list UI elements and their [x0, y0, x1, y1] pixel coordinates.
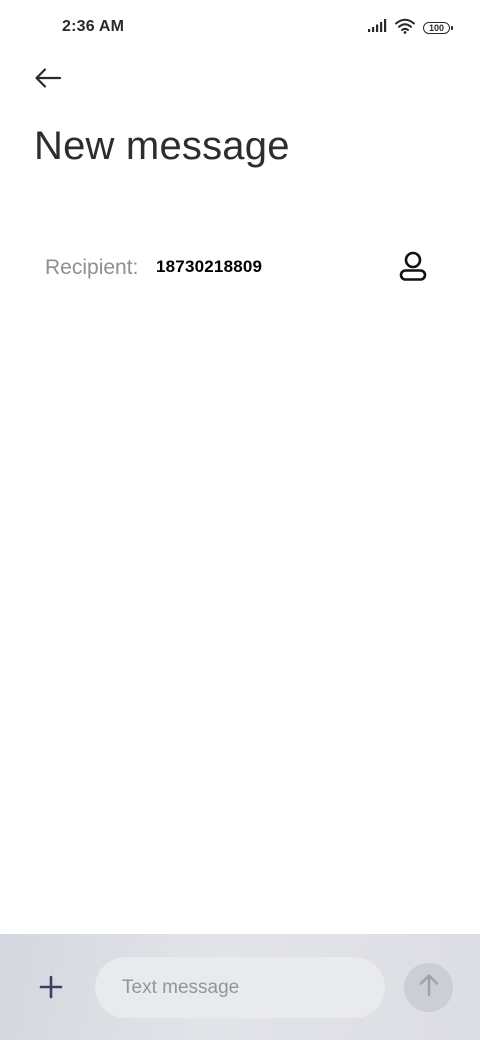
- send-button[interactable]: [404, 963, 453, 1012]
- add-attachment-button[interactable]: [28, 966, 74, 1012]
- plus-icon: [39, 975, 63, 1004]
- wifi-icon: [395, 18, 415, 39]
- page-title: New message: [34, 124, 290, 168]
- status-bar: 2:36 AM 100: [0, 0, 480, 56]
- text-message-input[interactable]: [95, 957, 385, 1018]
- status-time: 2:36 AM: [62, 18, 125, 35]
- recipient-row: Recipient: 18730218809: [0, 240, 480, 296]
- send-arrow-icon: [418, 973, 440, 1002]
- battery-icon: 100: [423, 22, 453, 34]
- signal-icon: [368, 19, 387, 37]
- back-arrow-icon: [34, 67, 62, 94]
- status-icons: 100: [368, 18, 453, 39]
- battery-level: 100: [428, 22, 445, 33]
- recipient-field[interactable]: 18730218809: [156, 257, 262, 277]
- contact-picker-button[interactable]: [390, 248, 436, 288]
- composer-bar: [0, 934, 480, 1040]
- recipient-label: Recipient:: [45, 256, 139, 279]
- contact-person-icon: [399, 251, 427, 286]
- back-button[interactable]: [26, 62, 70, 98]
